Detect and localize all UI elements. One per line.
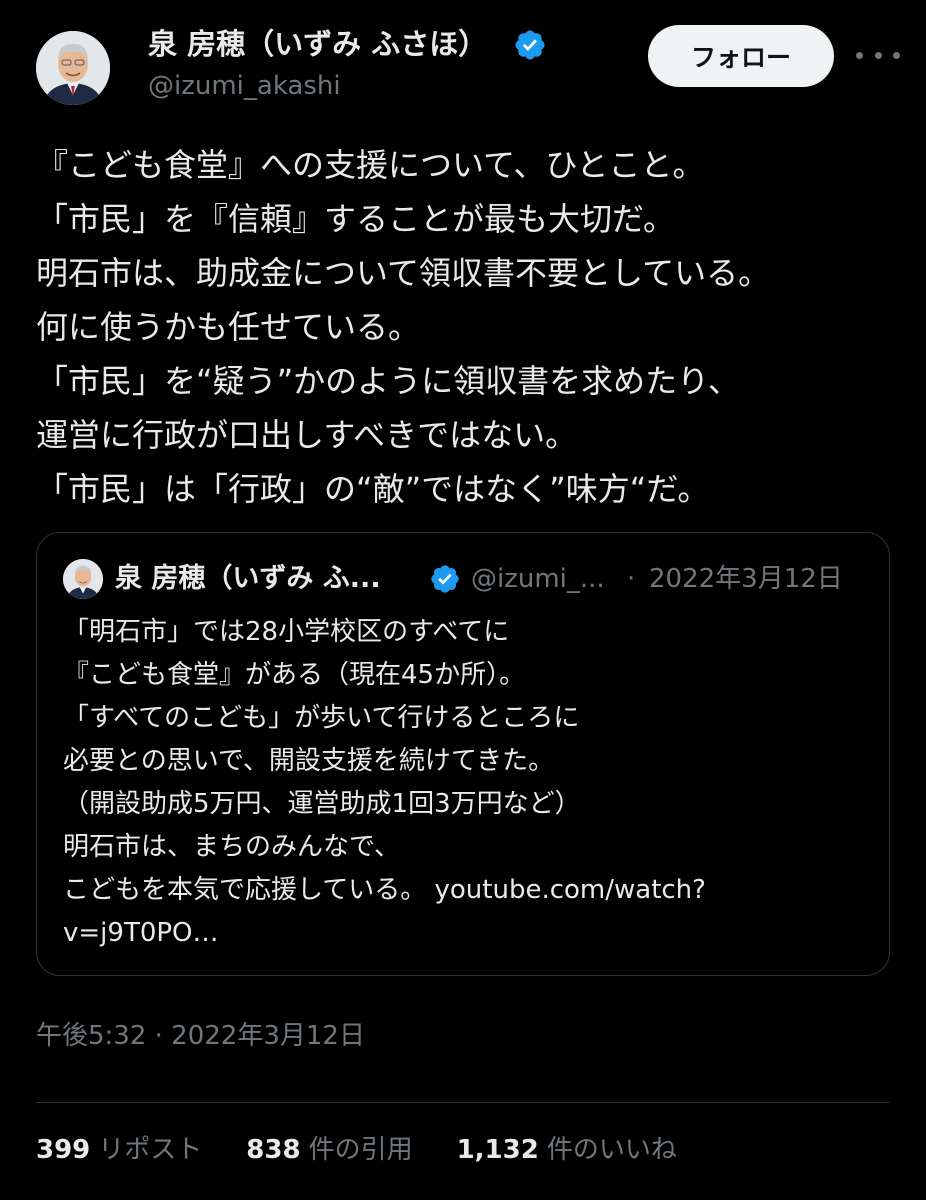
quotes-count: 838: [246, 1135, 301, 1165]
reposts-label: リポスト: [98, 1135, 203, 1165]
tweet-line: 何に使うかも任せている。: [36, 308, 421, 346]
quoted-line-with-link: こどもを本気で応援している。 youtube.com/watch?: [63, 869, 863, 912]
quoted-line: （開設助成5万円、運営助成1回3万円など）: [63, 789, 581, 819]
reposts-stat[interactable]: 399 リポスト: [36, 1130, 202, 1170]
youtube-link[interactable]: youtube.com/watch?: [435, 875, 706, 905]
quoted-handle: @izumi_...: [471, 564, 605, 594]
verified-badge-icon: [515, 30, 545, 60]
quotes-label: 件の引用: [308, 1135, 413, 1165]
quoted-line: こどもを本気で応援している。: [63, 875, 427, 905]
quoted-date: 2022年3月12日: [649, 564, 843, 594]
quoted-line: 「すべてのこども」が歩いて行けるところに: [63, 703, 580, 733]
tweet-line: 「市民」は「行政」の“敵”ではなく”味方“だ。: [36, 470, 710, 508]
quoted-line: 「明石市」では28小学校区のすべてに: [63, 617, 510, 647]
avatar-image: [36, 31, 110, 105]
more-dot: [893, 51, 900, 59]
likes-label: 件のいいね: [546, 1135, 677, 1165]
quoted-separator: ·: [627, 564, 636, 594]
quoted-line: 『こども食堂』がある（現在45か所）。: [63, 660, 526, 690]
quoted-avatar-image: [63, 559, 103, 599]
avatar[interactable]: [36, 31, 110, 105]
follow-button[interactable]: フォロー: [648, 25, 834, 87]
quoted-line: 必要との思いで、開設支援を続けてきた。: [63, 746, 555, 776]
author-handle[interactable]: @izumi_akashi: [148, 68, 341, 104]
divider: [36, 1102, 890, 1103]
tweet-text: 『こども食堂』への支援について、ひとこと。 「市民」を『信頼』することが最も大切…: [36, 138, 906, 516]
tweet-line: 明石市は、助成金について領収書不要としている。: [36, 254, 771, 292]
tweet-line: 「市民」を“疑う”かのように領収書を求めたり、: [36, 362, 740, 400]
quotes-stat[interactable]: 838 件の引用: [246, 1130, 412, 1170]
quoted-avatar[interactable]: [63, 559, 103, 599]
quoted-text: 「明石市」では28小学校区のすべてに 『こども食堂』がある（現在45か所）。 「…: [63, 611, 863, 955]
reposts-count: 399: [36, 1135, 91, 1165]
quoted-tweet-card[interactable]: 泉 房穂（いずみ ふ... @izumi_... · 2022年3月12日 「明…: [36, 532, 890, 976]
more-dot: [856, 51, 863, 59]
tweet-line: 運営に行政が口出しすべきではない。: [36, 416, 578, 454]
quoted-verified-badge-icon: [431, 565, 459, 593]
author-display-name[interactable]: 泉 房穂（いずみ ふさほ）: [148, 24, 487, 64]
likes-stat[interactable]: 1,132 件のいいね: [457, 1130, 677, 1170]
more-options-icon[interactable]: [856, 40, 900, 70]
youtube-link-continued[interactable]: v=j9T0PO…: [63, 918, 219, 948]
quoted-display-name: 泉 房穂（いずみ ふ...: [115, 563, 381, 594]
engagement-stats: 399 リポスト 838 件の引用 1,132 件のいいね: [36, 1130, 677, 1170]
tweet-line: 「市民」を『信頼』することが最も大切だ。: [36, 200, 676, 238]
quoted-line: 明石市は、まちのみんなで、: [63, 832, 400, 862]
likes-count: 1,132: [456, 1135, 539, 1165]
more-dot: [874, 51, 882, 59]
tweet-timestamp[interactable]: 午後5:32 · 2022年3月12日: [36, 1016, 365, 1056]
tweet-line: 『こども食堂』への支援について、ひとこと。: [36, 146, 705, 184]
